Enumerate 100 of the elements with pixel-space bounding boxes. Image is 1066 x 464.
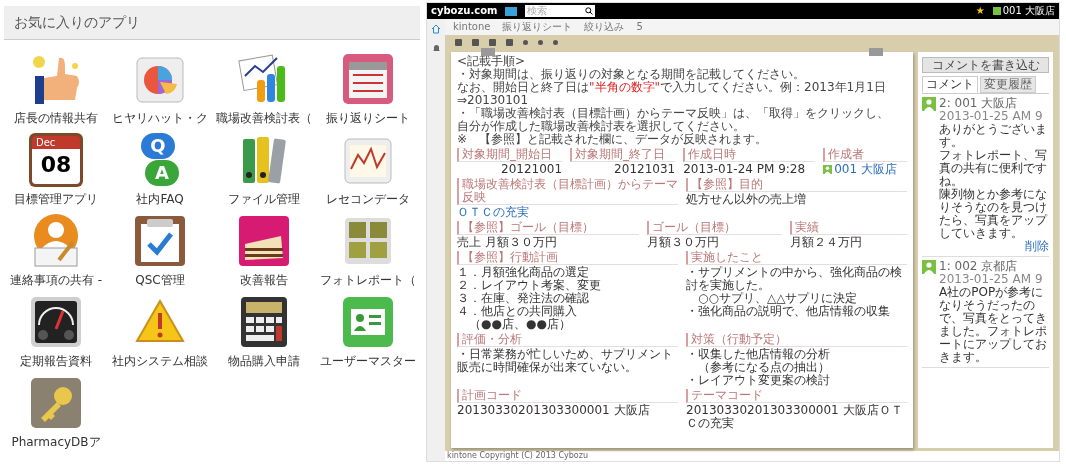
app-tile[interactable]: PharmacyDBア [4, 376, 108, 451]
app-label: QSC管理 [135, 272, 185, 289]
field-value-link[interactable]: ＯＴＣの充実 [457, 205, 529, 219]
app-tile[interactable]: フォトレポート（ [316, 214, 420, 289]
avatar-icon [922, 97, 936, 111]
app-label: 店長の情報共有 [14, 110, 98, 127]
bell-icon[interactable] [431, 44, 441, 53]
app-label: 職場改善検討表（ [216, 110, 312, 127]
field-label: 【参照】ゴール（目標） [457, 221, 640, 235]
field-value-line: ・サプリメントの中から、強化商品の検討を実施した。 [686, 266, 903, 292]
breadcrumb-link[interactable]: 振り返りシート [502, 21, 573, 33]
app-tile[interactable]: 改善報告 [212, 214, 316, 289]
field-label: 対象期間_終了日 [570, 148, 676, 162]
user-icon [823, 165, 833, 174]
app-label: 改善報告 [240, 272, 288, 289]
app-tile[interactable]: ヒヤリハット・ク [108, 52, 212, 127]
field-label: 対象期間_開始日 [457, 148, 563, 162]
field-label: 作成日時 [683, 148, 816, 162]
field-value: 2013-01-24 PM 9:28 [683, 162, 806, 176]
field-value-line: ・収集した他店情報の分析 [686, 348, 831, 361]
app-tile[interactable]: 振り返りシート [316, 52, 420, 127]
comment-tab[interactable]: 変更履歴 [980, 76, 1036, 93]
star-icon[interactable]: ★ [975, 5, 985, 17]
field-value-line: ○○サプリ、△△サプリに決定 [698, 292, 859, 305]
app-label: レセコンデータ [326, 191, 410, 208]
field-value-line: ３．在庫、発注法の確認 [457, 292, 589, 305]
app-tile[interactable]: QSC管理 [108, 214, 212, 289]
breadcrumb-link[interactable]: 5 [636, 21, 643, 33]
app-tile[interactable]: レセコンデータ [316, 133, 420, 208]
field-value: 20130330201303300001 大阪店 [457, 403, 650, 417]
app-label: 社内システム相談 [112, 353, 208, 370]
avatar-icon [922, 260, 936, 274]
breadcrumb-link[interactable]: 絞り込み [584, 21, 625, 33]
comment-text: ありがとうございます。 [939, 123, 1048, 149]
field-value-line: ４．他店との共同購入 [457, 305, 578, 318]
app-tile[interactable]: 物品購入申請 [212, 295, 316, 370]
field-label: 実績 [789, 221, 907, 235]
delete-link[interactable]: 削除 [1025, 240, 1049, 253]
search-icon [585, 7, 594, 15]
write-comment-button[interactable]: コメントを書き込む [922, 57, 1049, 73]
app-tile[interactable]: 社内システム相談 [108, 295, 212, 370]
app-tile[interactable]: 店長の情報共有 [4, 52, 108, 127]
app-label: ユーザーマスター [320, 353, 416, 370]
footer-text: kintone Copyright (C) 2013 Cybozu [445, 451, 1059, 461]
instruction-text: ※ 【参照】と記載された欄に、データが反映されます。 [457, 133, 769, 146]
comment-tab[interactable]: コメント [922, 76, 978, 93]
field-label: 職場改善検討表（目標計画）からテーマ反映 [457, 178, 678, 205]
app-label: 物品購入申請 [228, 353, 300, 370]
logo: cybozu.com [431, 5, 498, 17]
field-label: 評価・分析 [457, 333, 678, 347]
comment-author: 2: 001 大阪店 [939, 97, 1019, 110]
app-tile[interactable]: 定期報告資料 [4, 295, 108, 370]
comment-text: フォトレポート、写真の共有に便利ですね。 [939, 149, 1048, 188]
gauge-icon [29, 295, 83, 349]
app-tile[interactable]: Q A 社内FAQ [108, 133, 212, 208]
comment-time: 2013-01-25 AM 9 [939, 110, 1044, 123]
instruction-text: ・「職場改善検討表（目標計画）からテーマ反映」は、「取得」をクリックし、 [457, 107, 890, 120]
app-label: 定期報告資料 [20, 353, 92, 370]
app-label: PharmacyDBア [11, 434, 101, 451]
field-value-line: ・レイアウト変更案の検討 [686, 374, 831, 387]
field-label: テーマコード [686, 389, 907, 403]
instruction-text: なお、開始日と終了日は"半角の数字"で入力してください。例：2013年1月1日⇒20130101 [457, 81, 887, 107]
field-value: 20121031 [613, 163, 676, 176]
app-menu-icon[interactable] [505, 6, 518, 16]
field-value-line: １．月額強化商品の選定 [457, 266, 589, 279]
app-tile[interactable]: Dec 08 目標管理アプリ [4, 133, 108, 208]
field-value: 月額２４万円 [789, 235, 862, 249]
app-label: ヒヤリハット・ク [112, 110, 208, 127]
app-tile[interactable]: ユーザーマスター [316, 295, 420, 370]
breadcrumb-link[interactable]: kintone [453, 21, 491, 33]
cake-icon [237, 214, 291, 268]
field-value-line: （参考になる点の抽出） [697, 361, 831, 374]
user-icon [992, 7, 1001, 15]
field-label: 作成者 [823, 148, 907, 162]
comment-time: 2013-01-25 AM 9 [939, 273, 1044, 286]
clipboard-check-icon [133, 214, 187, 268]
app-label: 振り返りシート [326, 110, 410, 127]
field-value-line: ２．レイアウト考案、変更 [457, 279, 602, 292]
field-label: 【参照】目的 [686, 178, 907, 192]
field-value: 処方せん以外の売上増 [686, 192, 806, 206]
user-link[interactable]: 001 大阪店 [834, 163, 897, 176]
user-menu[interactable]: 001 大阪店 [992, 5, 1055, 17]
app-label: 社内FAQ [136, 191, 184, 208]
comment-text: 陳列物とか参考になりそうなのを見つけたら、写真をアップしていきます。 [939, 188, 1049, 240]
app-tile[interactable]: ファイル管理 [212, 133, 316, 208]
comment-text: A社のPOPが参考になりそうだったので、写真をとってきました。フォトレポートにアップしておきます。 [939, 286, 1048, 364]
instruction-text: ・対象期間は、振り返りの対象となる期間を記載してください。 [457, 68, 806, 81]
field-value-line: ・強化商品の説明で、他店情報の収集 [686, 305, 891, 318]
field-label: 対策（行動予定） [686, 333, 907, 347]
panel-title: お気に入りのアプリ [14, 13, 140, 32]
app-label: 目標管理アプリ [14, 191, 98, 208]
field-label: ゴール（目標） [647, 221, 782, 235]
field-label: 【参照】行動計画 [457, 251, 678, 265]
app-tile[interactable]: 連絡事項の共有 - [4, 214, 108, 289]
field-value: 20121001 [500, 163, 563, 176]
field-value: 売上 月額３０万円 [457, 235, 557, 249]
calendar-month: Dec [32, 136, 80, 149]
app-label: フォトレポート（ [320, 272, 416, 289]
app-tile[interactable]: 職場改善検討表（ [212, 52, 316, 127]
home-icon[interactable] [431, 24, 441, 34]
